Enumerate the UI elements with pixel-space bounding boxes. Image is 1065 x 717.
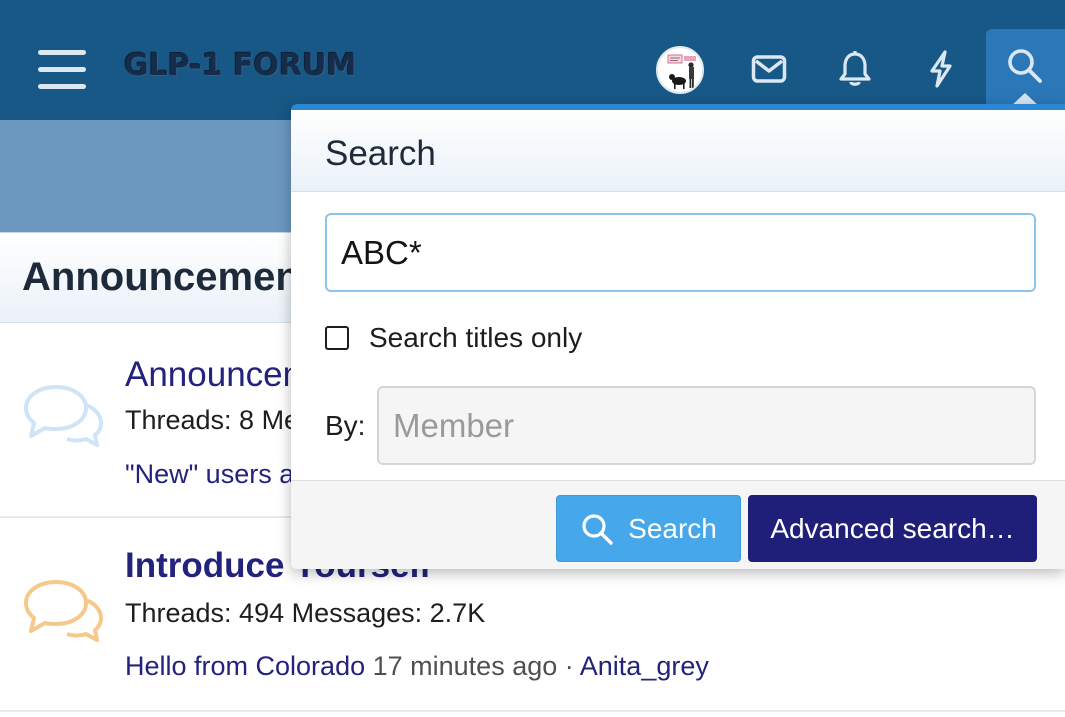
keywords-input[interactable] [325,213,1036,292]
menu-icon[interactable] [38,50,86,90]
search-titles-only-checkbox[interactable]: Search titles only [325,322,582,354]
search-menu-footer: Search Advanced search… [291,480,1065,569]
latest-thread-link[interactable]: Hello from Colorado [125,651,365,681]
forum-logo[interactable]: GLP-1 FORUM [124,48,356,83]
search-menu-header: Search [291,110,1065,192]
search-titles-only-label: Search titles only [369,322,583,353]
avatar-image [667,54,696,89]
search-menu: Search Search titles only By: Search Adv… [291,104,1065,569]
mail-icon[interactable] [743,44,795,94]
separator: · [564,651,574,681]
latest-thread-user[interactable]: Anita_grey [580,651,709,681]
latest-thread-time: 17 minutes ago [372,651,558,681]
by-member-label: By: [325,410,366,441]
forum-node-icon [22,578,104,649]
bell-icon[interactable] [829,44,881,94]
search-button[interactable]: Search [556,495,741,562]
category-title[interactable]: Announcements [22,255,335,300]
advanced-search-label: Advanced search… [770,512,1015,544]
search-menu-title: Search [325,134,436,173]
advanced-search-button[interactable]: Advanced search… [748,495,1037,562]
top-navigation-bar: GLP-1 FORUM [0,0,1065,120]
search-icon [580,512,614,546]
bolt-icon[interactable] [915,44,967,94]
avatar[interactable] [656,46,704,94]
member-input[interactable] [377,386,1036,465]
forum-node-icon [22,383,104,454]
search-icon [1006,47,1044,90]
search-tab[interactable] [986,29,1065,112]
forum-node-latest: Hello from Colorado 17 minutes ago · Ani… [125,651,709,682]
forum-node-stats: Threads: 494 Messages: 2.7K [125,598,486,628]
search-button-label: Search [628,512,717,544]
checkbox-icon[interactable] [325,326,349,350]
